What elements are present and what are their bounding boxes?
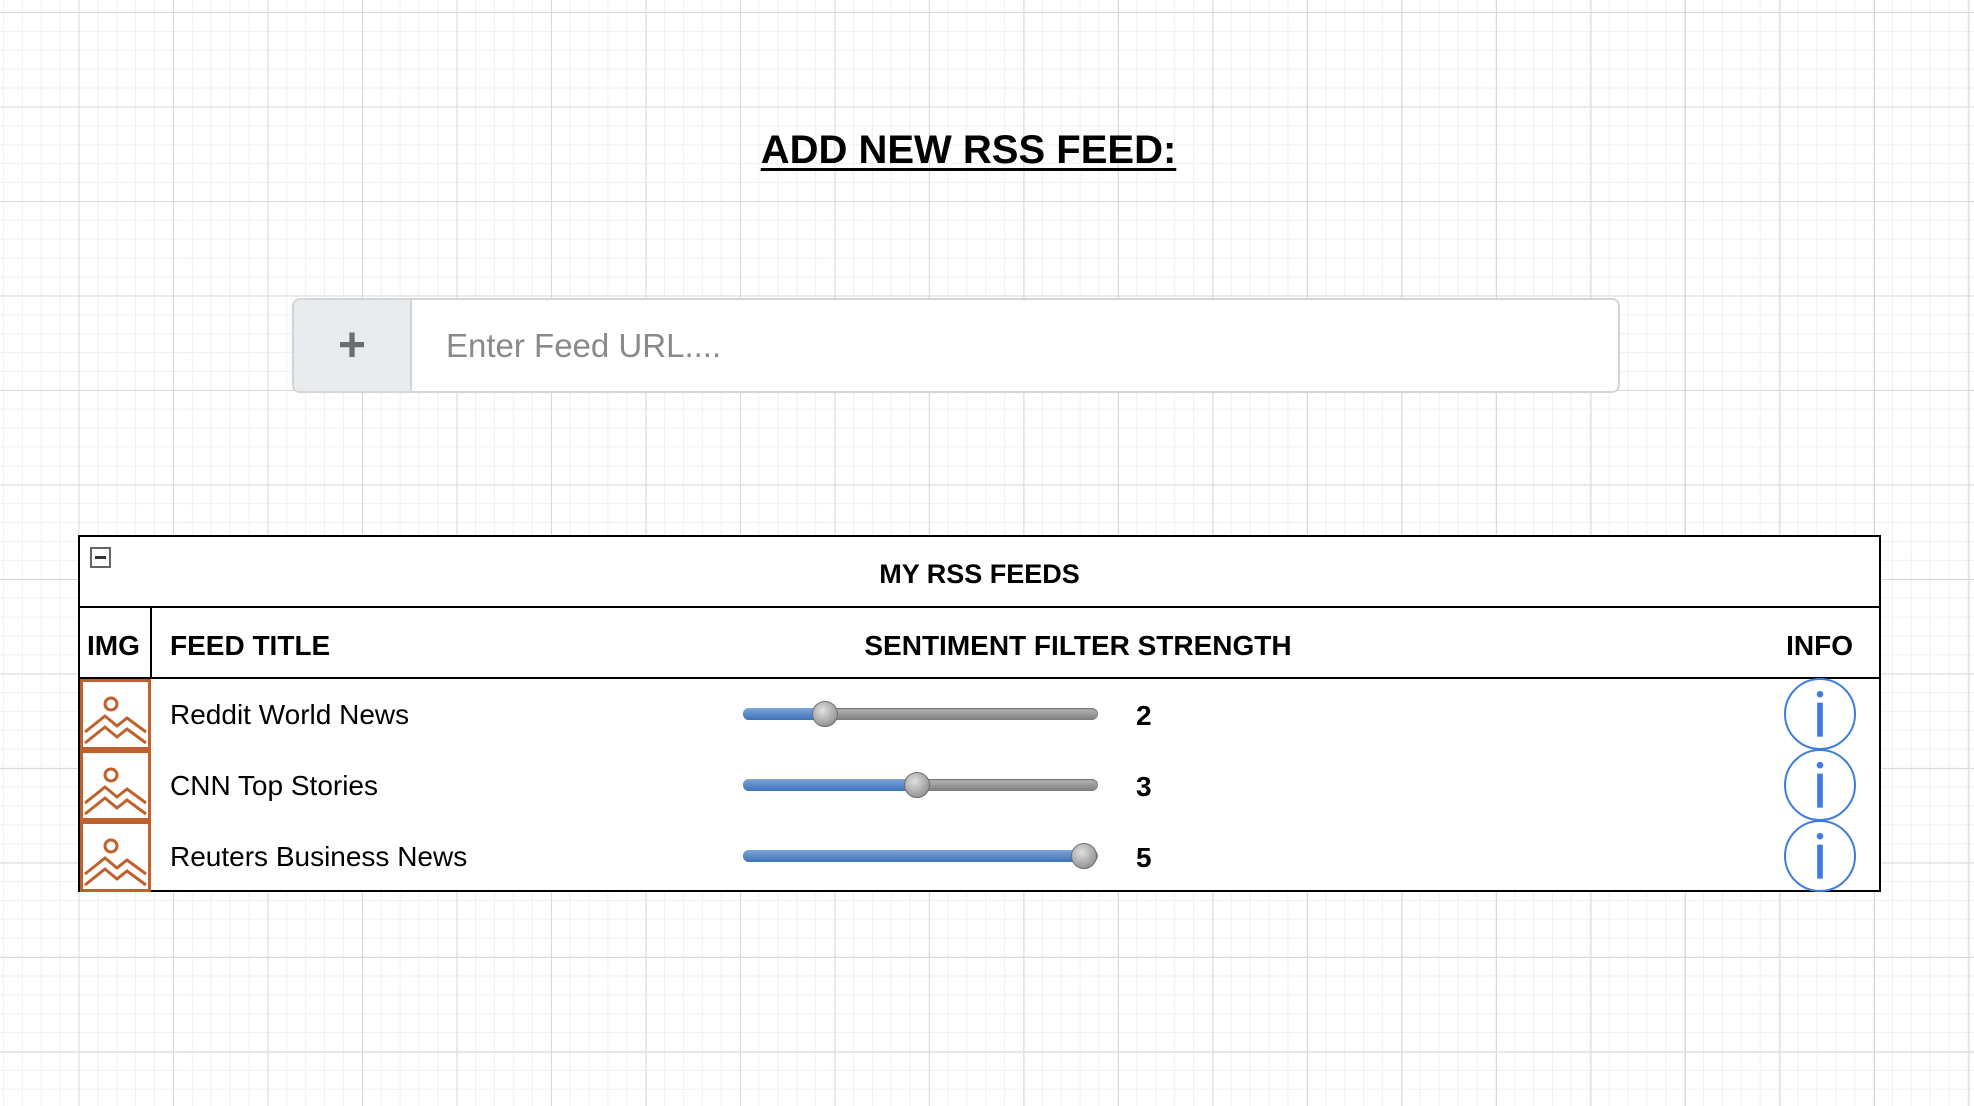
column-divider: [150, 608, 152, 679]
add-feed-button[interactable]: +: [294, 300, 412, 391]
image-placeholder-icon: [80, 750, 151, 821]
image-placeholder-icon: [80, 821, 151, 892]
info-icon[interactable]: [1784, 678, 1856, 750]
feed-title: Reuters Business News: [170, 841, 468, 872]
sentiment-value: 3: [1136, 771, 1152, 802]
feed-title: Reddit World News: [170, 699, 410, 730]
sentiment-value: 5: [1136, 842, 1152, 873]
feed-url-input[interactable]: [412, 300, 1618, 391]
feed-row: CNN Top Stories 3: [80, 749, 1879, 821]
column-header-img: IMG: [87, 630, 140, 661]
column-header-sentiment: SENTIMENT FILTER STRENGTH: [864, 630, 1292, 661]
slider-thumb[interactable]: [811, 701, 838, 727]
feeds-panel-header: MY RSS FEEDS: [80, 537, 1879, 608]
sentiment-slider[interactable]: [743, 843, 1098, 869]
feed-title: CNN Top Stories: [170, 770, 379, 801]
plus-icon: +: [337, 319, 367, 372]
feeds-panel: MY RSS FEEDS IMG FEED TITLE SENTIMENT FI…: [78, 535, 1881, 892]
slider-thumb[interactable]: [1070, 843, 1097, 869]
feeds-panel-title: MY RSS FEEDS: [879, 559, 1080, 589]
sentiment-slider[interactable]: [743, 772, 1098, 798]
page-title: ADD NEW RSS FEED:: [760, 128, 1177, 172]
feed-row: Reddit World News 2: [80, 678, 1879, 750]
feed-row: Reuters Business News 5: [80, 820, 1879, 892]
image-placeholder-icon: [80, 679, 151, 750]
info-icon[interactable]: [1784, 749, 1856, 821]
sentiment-slider[interactable]: [743, 701, 1098, 727]
sentiment-value: 2: [1136, 700, 1152, 731]
column-headers: IMG FEED TITLE SENTIMENT FILTER STRENGTH…: [80, 608, 1879, 679]
column-header-feed-title: FEED TITLE: [170, 630, 331, 661]
info-icon[interactable]: [1784, 820, 1856, 892]
slider-fill: [743, 850, 1084, 862]
slider-fill: [743, 779, 917, 791]
column-header-info: INFO: [1786, 630, 1853, 661]
add-feed-input-group: +: [292, 298, 1620, 393]
slider-thumb[interactable]: [903, 772, 930, 798]
